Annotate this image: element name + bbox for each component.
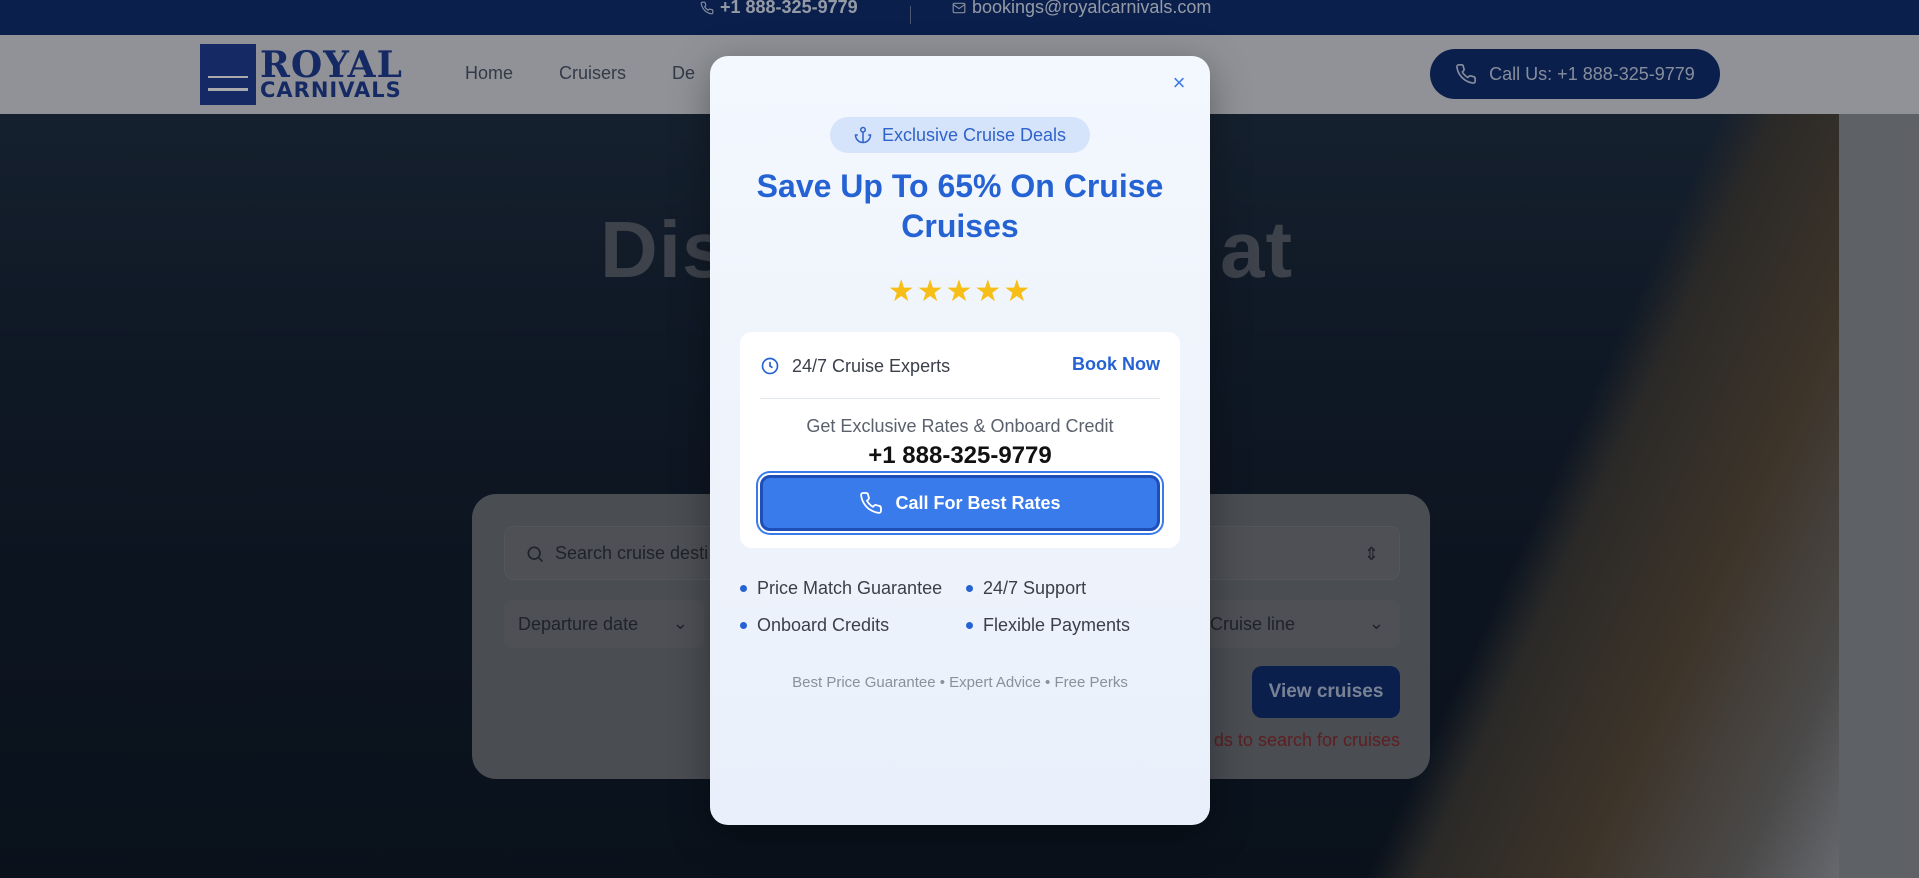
feature-item: 24/7 Support xyxy=(966,578,1180,599)
feature-label: Price Match Guarantee xyxy=(757,578,943,598)
exclusive-deals-badge: Exclusive Cruise Deals xyxy=(830,117,1090,153)
modal-footer-text: Best Price Guarantee • Expert Advice • F… xyxy=(792,674,1128,691)
experts-label: 24/7 Cruise Experts xyxy=(792,355,951,376)
modal-title: Save Up To 65% On Cruise Cruises xyxy=(756,168,1164,244)
feature-item: Flexible Payments xyxy=(966,615,1180,636)
bullet-icon xyxy=(740,585,747,592)
feature-label: Onboard Credits xyxy=(757,615,890,635)
rates-subtext: Get Exclusive Rates & Onboard Credit xyxy=(806,416,1114,436)
book-now-link[interactable]: Book Now xyxy=(1072,354,1160,375)
bullet-icon xyxy=(966,585,973,592)
anchor-icon xyxy=(854,126,872,144)
card-divider xyxy=(760,398,1160,399)
feature-item: Onboard Credits xyxy=(740,615,966,636)
deals-modal: × Exclusive Cruise Deals Save Up To 65% … xyxy=(710,56,1210,825)
contact-card: 24/7 Cruise Experts Book Now Get Exclusi… xyxy=(740,332,1180,548)
bullet-icon xyxy=(740,622,747,629)
clock-icon xyxy=(761,357,779,375)
phone-icon xyxy=(860,492,883,514)
bullet-icon xyxy=(966,622,973,629)
rating-stars-icon: ★★★★★ xyxy=(887,275,1033,308)
feature-label: Flexible Payments xyxy=(983,615,1131,635)
feature-label: 24/7 Support xyxy=(983,578,1087,598)
call-best-rates-button[interactable]: Call For Best Rates xyxy=(760,475,1160,531)
exclusive-deals-label: Exclusive Cruise Deals xyxy=(881,124,1067,145)
close-icon[interactable]: × xyxy=(1168,72,1190,94)
modal-phone-number[interactable]: +1 888-325-9779 xyxy=(740,442,1180,470)
features-list: Price Match Guarantee 24/7 Support Onboa… xyxy=(740,578,1180,636)
cta-label: Call For Best Rates xyxy=(895,492,1061,513)
feature-item: Price Match Guarantee xyxy=(740,578,966,599)
